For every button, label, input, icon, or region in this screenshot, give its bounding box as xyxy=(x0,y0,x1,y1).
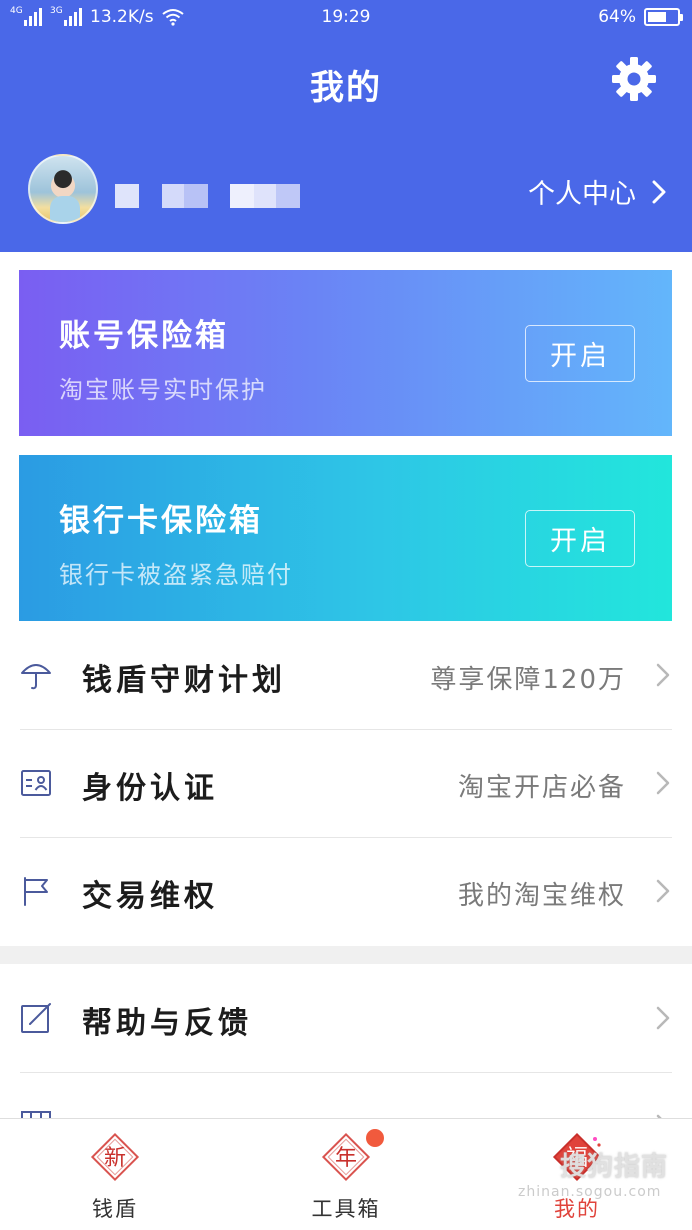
page-title: 我的 xyxy=(310,68,382,108)
nian-badge-icon: 年 xyxy=(321,1132,371,1182)
card-subtitle: 银行卡被盗紧急赔付 xyxy=(59,561,293,589)
enable-account-safe-button[interactable]: 开启 xyxy=(525,325,635,382)
chevron-right-icon xyxy=(652,180,666,203)
personal-center-link[interactable]: 个人中心 xyxy=(528,172,666,211)
avatar[interactable] xyxy=(28,154,98,224)
enable-bankcard-safe-button[interactable]: 开启 xyxy=(525,510,635,567)
tab-qiandun[interactable]: 新 钱盾 xyxy=(40,1119,190,1230)
list-item-label: 身份认证 xyxy=(82,771,218,806)
tab-label: 我的 xyxy=(554,1197,600,1221)
list-item-value: 尊享保障120万 xyxy=(430,665,626,695)
xin-badge-icon: 新 xyxy=(90,1132,140,1182)
list-item-label: 帮助与反馈 xyxy=(82,1006,252,1041)
header: 4G 3G 13.2K/s 19:29 64% 我的 个人中心 xyxy=(0,0,692,252)
list-item-dispute-resolution[interactable]: 交易维权 我的淘宝维权 xyxy=(0,837,692,945)
list-item-label: 钱盾守财计划 xyxy=(82,663,286,698)
list-item-label: 交易维权 xyxy=(82,879,218,914)
battery-icon xyxy=(644,8,683,26)
section-gap xyxy=(0,946,692,964)
card-subtitle: 淘宝账号实时保护 xyxy=(59,376,267,404)
id-card-icon xyxy=(21,770,51,796)
list-item-guarantee-plan[interactable]: 钱盾守财计划 尊享保障120万 xyxy=(0,621,692,729)
username-blurred xyxy=(162,184,208,208)
settings-gear-icon[interactable] xyxy=(611,56,657,102)
tab-mine[interactable]: 福 我的 xyxy=(502,1119,652,1230)
chevron-right-icon xyxy=(656,663,670,687)
edit-icon xyxy=(21,1003,51,1033)
flag-icon xyxy=(24,877,48,906)
card-title: 银行卡保险箱 xyxy=(59,503,263,539)
tab-label: 钱盾 xyxy=(92,1197,138,1221)
username-blurred xyxy=(230,184,300,208)
bottom-tab-bar: 新 钱盾 年 工具箱 福 我的 xyxy=(0,1118,692,1230)
status-bar: 4G 3G 13.2K/s 19:29 64% xyxy=(0,0,692,36)
grid-icon xyxy=(21,1111,51,1118)
svg-text:年: 年 xyxy=(335,1146,357,1171)
umbrella-icon xyxy=(21,664,51,690)
list-item-identity-verification[interactable]: 身份认证 淘宝开店必备 xyxy=(0,729,692,837)
personal-center-label: 个人中心 xyxy=(528,179,636,210)
bankcard-safe-card[interactable]: 银行卡保险箱 银行卡被盗紧急赔付 开启 xyxy=(19,455,672,621)
list-item-partial[interactable] xyxy=(0,1072,692,1118)
username-blurred xyxy=(115,184,139,208)
account-safe-card[interactable]: 账号保险箱 淘宝账号实时保护 开启 xyxy=(19,270,672,436)
svg-text:福: 福 xyxy=(566,1146,588,1171)
chevron-right-icon xyxy=(656,1006,670,1030)
svg-text:新: 新 xyxy=(104,1146,126,1171)
notification-dot xyxy=(366,1129,384,1147)
list-item-help-feedback[interactable]: 帮助与反馈 xyxy=(0,964,692,1072)
chevron-right-icon xyxy=(656,879,670,903)
battery-percent: 64% xyxy=(598,7,636,27)
tab-label: 工具箱 xyxy=(311,1197,381,1221)
tab-toolbox[interactable]: 年 工具箱 xyxy=(271,1119,421,1230)
clock: 19:29 xyxy=(321,7,371,27)
card-title: 账号保险箱 xyxy=(59,318,229,354)
fu-badge-icon: 福 xyxy=(552,1132,602,1182)
list-item-value: 我的淘宝维权 xyxy=(457,881,626,911)
chevron-right-icon xyxy=(656,771,670,795)
list-item-value: 淘宝开店必备 xyxy=(457,773,626,803)
